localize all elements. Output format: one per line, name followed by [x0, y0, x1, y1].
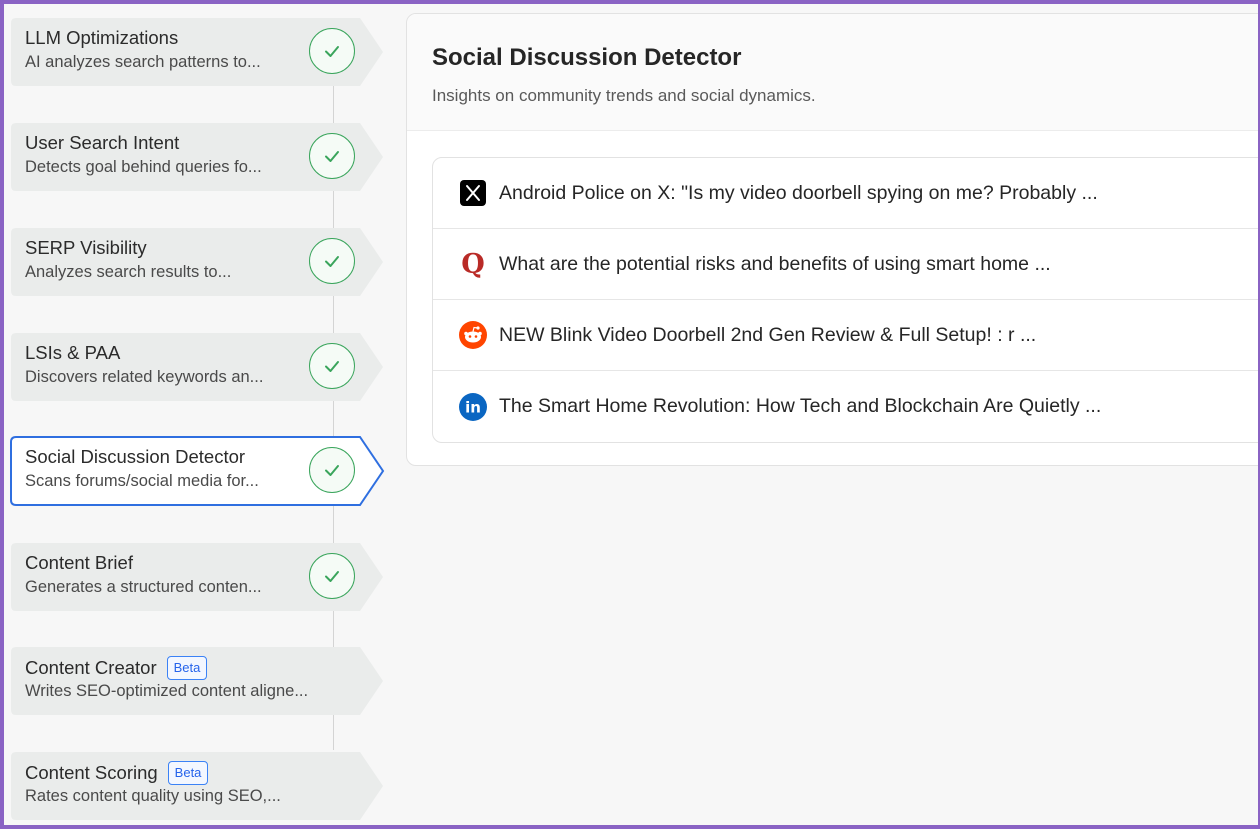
- step-content-creator[interactable]: Content Creator Beta Writes SEO-optimized …: [10, 646, 384, 716]
- beta-badge: Beta: [167, 761, 209, 785]
- discussion-link-text[interactable]: NEW Blink Video Doorbell 2nd Gen Review …: [499, 324, 1036, 347]
- linkedin-logo-icon: in: [459, 392, 487, 421]
- step-title-text: Content Scoring: [25, 762, 158, 783]
- step-description: Discovers related keywords an...: [25, 368, 264, 386]
- x-logo-icon: [459, 179, 487, 207]
- step-social-discussion-detector[interactable]: Social Discussion Detector Scans forums/s…: [10, 436, 385, 506]
- discussion-link-text[interactable]: The Smart Home Revolution: How Tech and …: [499, 395, 1101, 418]
- step-description: Scans forums/social media for...: [25, 472, 259, 490]
- step-description: Writes SEO-optimized content aligne...: [25, 682, 309, 700]
- check-icon: [309, 447, 355, 493]
- step-title-text: LSIs & PAA: [25, 342, 121, 363]
- discussion-item-x[interactable]: Android Police on X: "Is my video doorbe…: [433, 158, 1260, 229]
- step-title-text: User Search Intent: [25, 132, 180, 153]
- beta-badge: Beta: [166, 656, 208, 680]
- step-lsis-paa[interactable]: LSIs & PAA Discovers related keywords an.…: [10, 332, 384, 402]
- step-title: Content Brief: [25, 552, 133, 574]
- step-title: LSIs & PAA: [25, 342, 120, 364]
- step-content-scoring[interactable]: Content Scoring Beta Rates content quality…: [10, 751, 384, 821]
- step-user-search-intent[interactable]: User Search Intent Detects goal behind qu…: [10, 122, 384, 192]
- quora-logo-icon: Q: [459, 250, 487, 278]
- discussion-link-text[interactable]: What are the potential risks and benefit…: [499, 253, 1051, 276]
- panel-subtitle: Insights on community trends and social …: [432, 86, 816, 105]
- step-title: Content Scoring Beta: [25, 761, 209, 785]
- step-title: SERP Visibility: [25, 237, 147, 259]
- step-title: Social Discussion Detector: [25, 446, 245, 468]
- discussion-list: Android Police on X: "Is my video doorbe…: [432, 157, 1260, 443]
- step-title-text: Social Discussion Detector: [25, 446, 246, 467]
- step-title-text: SERP Visibility: [25, 237, 147, 258]
- check-icon: [309, 133, 355, 179]
- step-title: LLM Optimizations: [25, 27, 178, 49]
- check-icon: [309, 343, 355, 389]
- step-description: AI analyzes search patterns to...: [25, 53, 261, 71]
- check-icon: [309, 553, 355, 599]
- panel-header: Social Discussion Detector Insights on c…: [407, 14, 1260, 131]
- step-title: User Search Intent: [25, 132, 179, 154]
- discussion-item-quora[interactable]: Q What are the potential risks and benefi…: [433, 229, 1260, 300]
- step-description: Detects goal behind queries fo...: [25, 158, 262, 176]
- workflow-sidebar: LLM Optimizations AI analyzes search patt…: [0, 0, 400, 829]
- step-description: Generates a structured conten...: [25, 578, 262, 596]
- svg-text:Q: Q: [461, 250, 485, 278]
- discussion-item-reddit[interactable]: NEW Blink Video Doorbell 2nd Gen Review …: [433, 300, 1260, 371]
- panel-title: Social Discussion Detector: [432, 44, 742, 71]
- step-description: Analyzes search results to...: [25, 263, 232, 281]
- step-title-text: Content Creator: [25, 657, 157, 678]
- svg-text:in: in: [465, 398, 481, 416]
- social-discussion-panel: Social Discussion Detector Insights on c…: [406, 13, 1260, 466]
- discussion-link-text[interactable]: Android Police on X: "Is my video doorbe…: [499, 182, 1098, 205]
- step-title-text: LLM Optimizations: [25, 27, 179, 48]
- step-llm-optimizations[interactable]: LLM Optimizations AI analyzes search patt…: [10, 17, 384, 87]
- step-title: Content Creator Beta: [25, 656, 208, 680]
- reddit-logo-icon: [459, 321, 487, 349]
- step-serp-visibility[interactable]: SERP Visibility Analyzes search results t…: [10, 227, 384, 297]
- discussion-item-linkedin[interactable]: in The Smart Home Revolution: How Tech an…: [433, 371, 1260, 442]
- check-icon: [309, 238, 355, 284]
- check-icon: [309, 28, 355, 74]
- step-title-text: Content Brief: [25, 552, 133, 573]
- step-description: Rates content quality using SEO,...: [25, 787, 281, 805]
- step-content-brief[interactable]: Content Brief Generates a structured cont…: [10, 542, 384, 612]
